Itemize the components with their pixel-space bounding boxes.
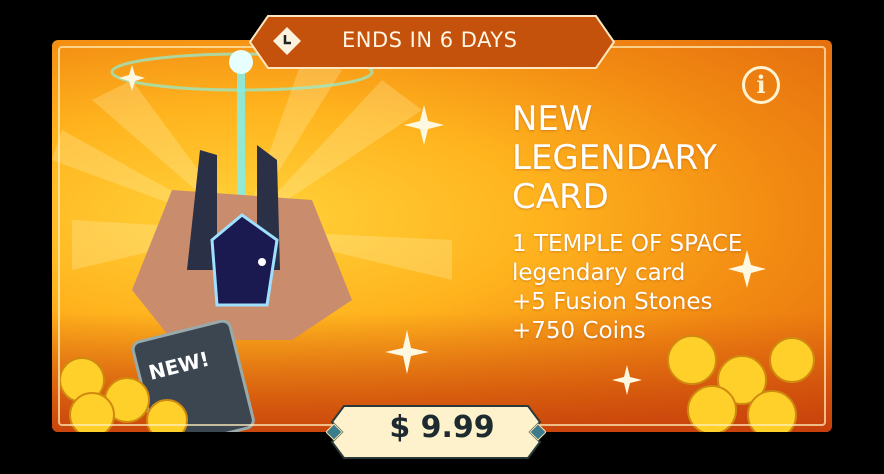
info-icon[interactable]: i — [742, 66, 780, 104]
description-line: +750 Coins — [512, 318, 646, 344]
price-button[interactable] — [326, 400, 546, 462]
description-line: legendary card — [512, 260, 686, 286]
description-line: +5 Fusion Stones — [512, 289, 713, 315]
clock-icon — [273, 27, 301, 55]
offer-description: 1 TEMPLE OF SPACE legendary card +5 Fusi… — [512, 230, 742, 346]
description-line: 1 TEMPLE OF SPACE — [512, 231, 743, 257]
offer-title: NEW LEGENDARY CARD — [512, 99, 717, 217]
timer-label: ENDS IN 6 DAYS — [342, 28, 518, 52]
